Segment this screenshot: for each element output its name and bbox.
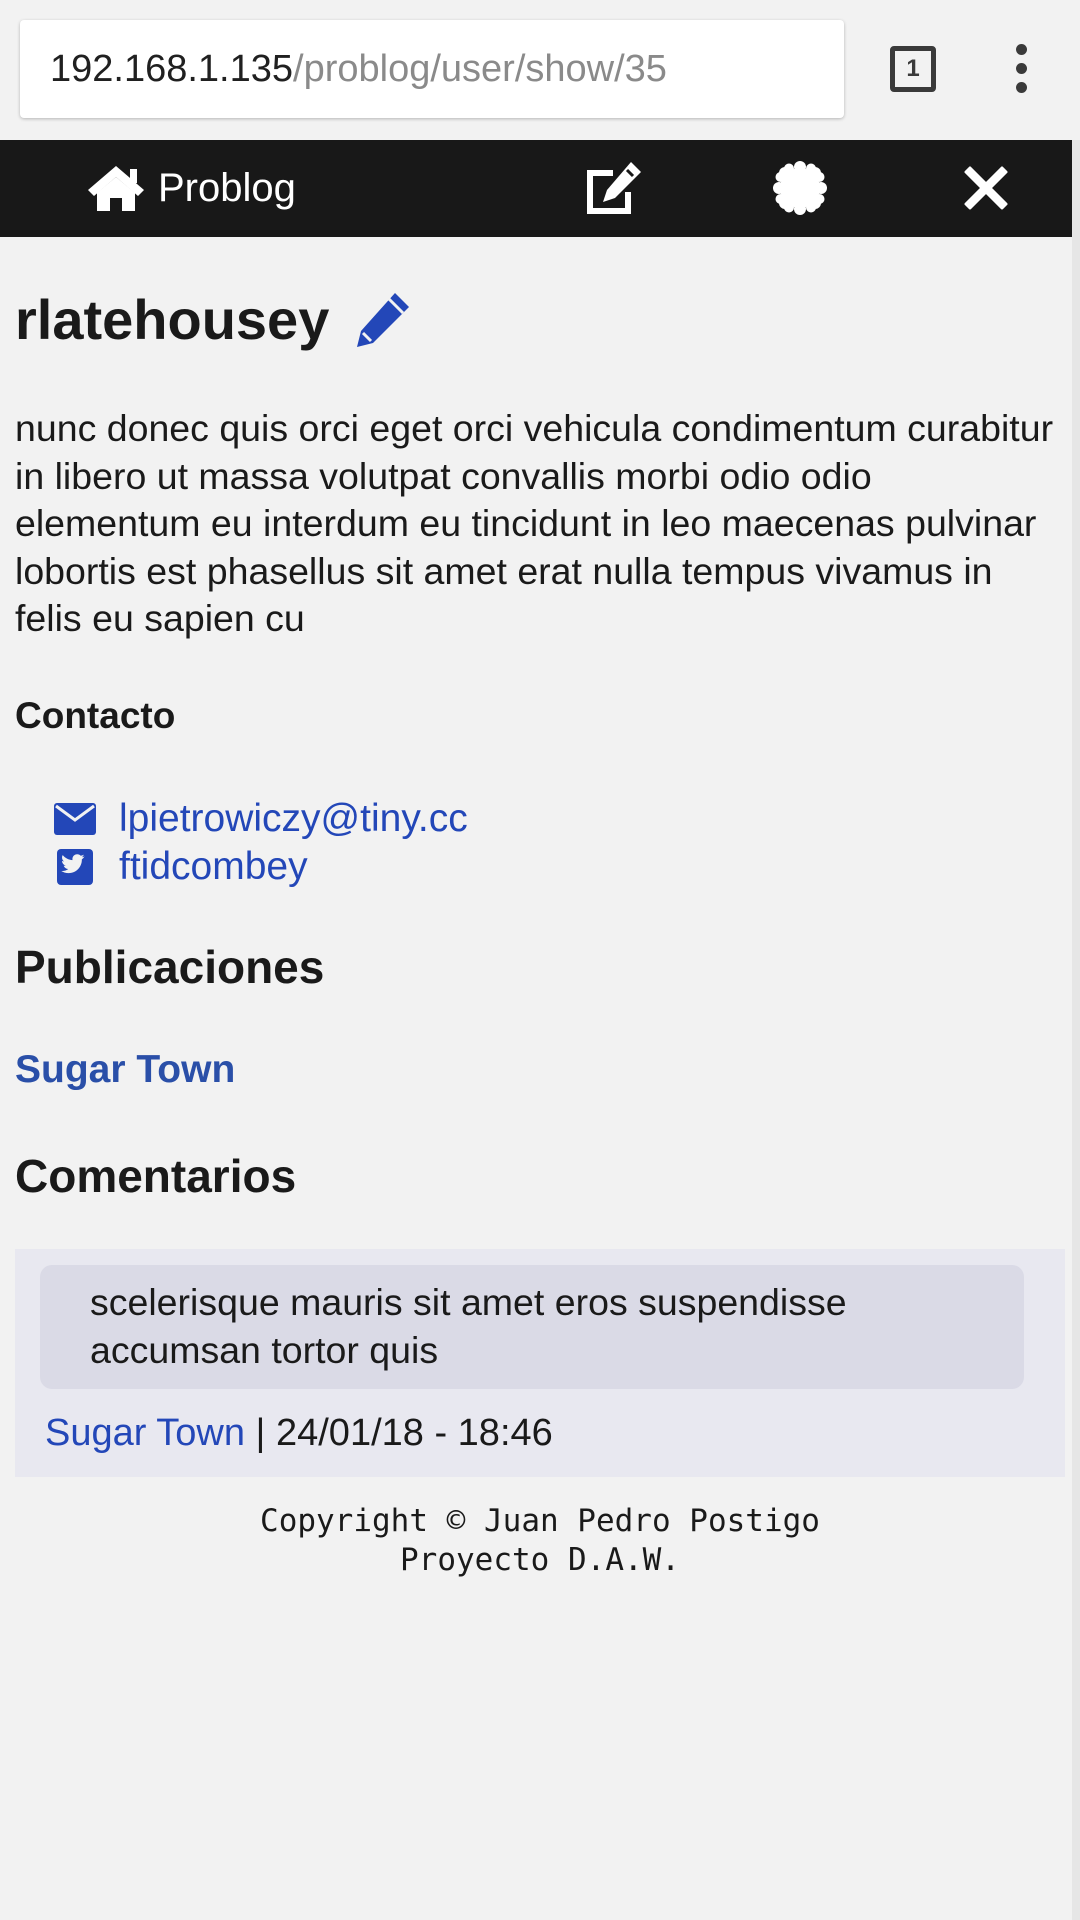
envelope-icon <box>53 803 97 835</box>
contact-list: lpietrowiczy@tiny.cc ftidcombey <box>53 795 468 891</box>
browser-menu-icon[interactable] <box>1010 44 1034 94</box>
url-host: 192.168.1.135 <box>50 47 294 90</box>
comment-card: scelerisque mauris sit amet eros suspend… <box>15 1249 1065 1477</box>
page-footer: Copyright © Juan Pedro Postigo Proyecto … <box>0 1502 1080 1580</box>
brand-label: Problog <box>158 165 296 210</box>
settings-button[interactable] <box>768 158 832 218</box>
address-bar[interactable]: 192.168.1.135/problog/user/show/35 <box>20 20 844 118</box>
certificate-icon <box>773 161 827 215</box>
contact-twitter-link[interactable]: ftidcombey <box>119 845 308 889</box>
contact-heading: Contacto <box>15 695 176 736</box>
home-icon <box>88 166 144 211</box>
comment-datetime: 24/01/18 - 18:46 <box>275 1412 553 1454</box>
profile-username: rlatehousey <box>15 288 330 351</box>
comment-post-link[interactable]: Sugar Town <box>45 1412 245 1454</box>
footer-copyright: Copyright © Juan Pedro Postigo <box>260 1503 820 1539</box>
url-path: /problog/user/show/35 <box>293 47 667 90</box>
twitter-square-icon <box>53 849 97 885</box>
pencil-icon <box>357 292 410 347</box>
browser-toolbar: 192.168.1.135/problog/user/show/35 1 <box>0 0 1080 140</box>
close-icon <box>964 166 1008 210</box>
tab-switcher-button[interactable]: 1 <box>890 46 936 92</box>
logout-button[interactable] <box>954 158 1018 218</box>
contact-twitter-item: ftidcombey <box>53 843 468 891</box>
brand-link[interactable]: Problog <box>86 158 296 218</box>
footer-project: Proyecto D.A.W. <box>400 1542 680 1578</box>
publication-link[interactable]: Sugar Town <box>15 1048 235 1092</box>
comment-separator: | <box>244 1412 276 1454</box>
comment-text: scelerisque mauris sit amet eros suspend… <box>40 1265 1024 1389</box>
profile-bio: nunc donec quis orci eget orci vehicula … <box>15 407 1054 639</box>
comments-heading: Comentarios <box>15 1150 297 1202</box>
edit-square-icon <box>587 162 641 214</box>
profile-header: rlatehousey <box>15 287 413 352</box>
site-navbar: Problog <box>0 140 1080 237</box>
contact-email-link[interactable]: lpietrowiczy@tiny.cc <box>119 797 468 841</box>
new-post-button[interactable] <box>580 158 644 218</box>
publications-heading: Publicaciones <box>15 941 325 993</box>
page-scrollbar[interactable] <box>1072 140 1080 1920</box>
edit-profile-button[interactable] <box>351 289 413 351</box>
tab-count: 1 <box>906 55 920 82</box>
comment-meta: Sugar Town | 24/01/18 - 18:46 <box>45 1412 553 1455</box>
contact-email-item: lpietrowiczy@tiny.cc <box>53 795 468 843</box>
